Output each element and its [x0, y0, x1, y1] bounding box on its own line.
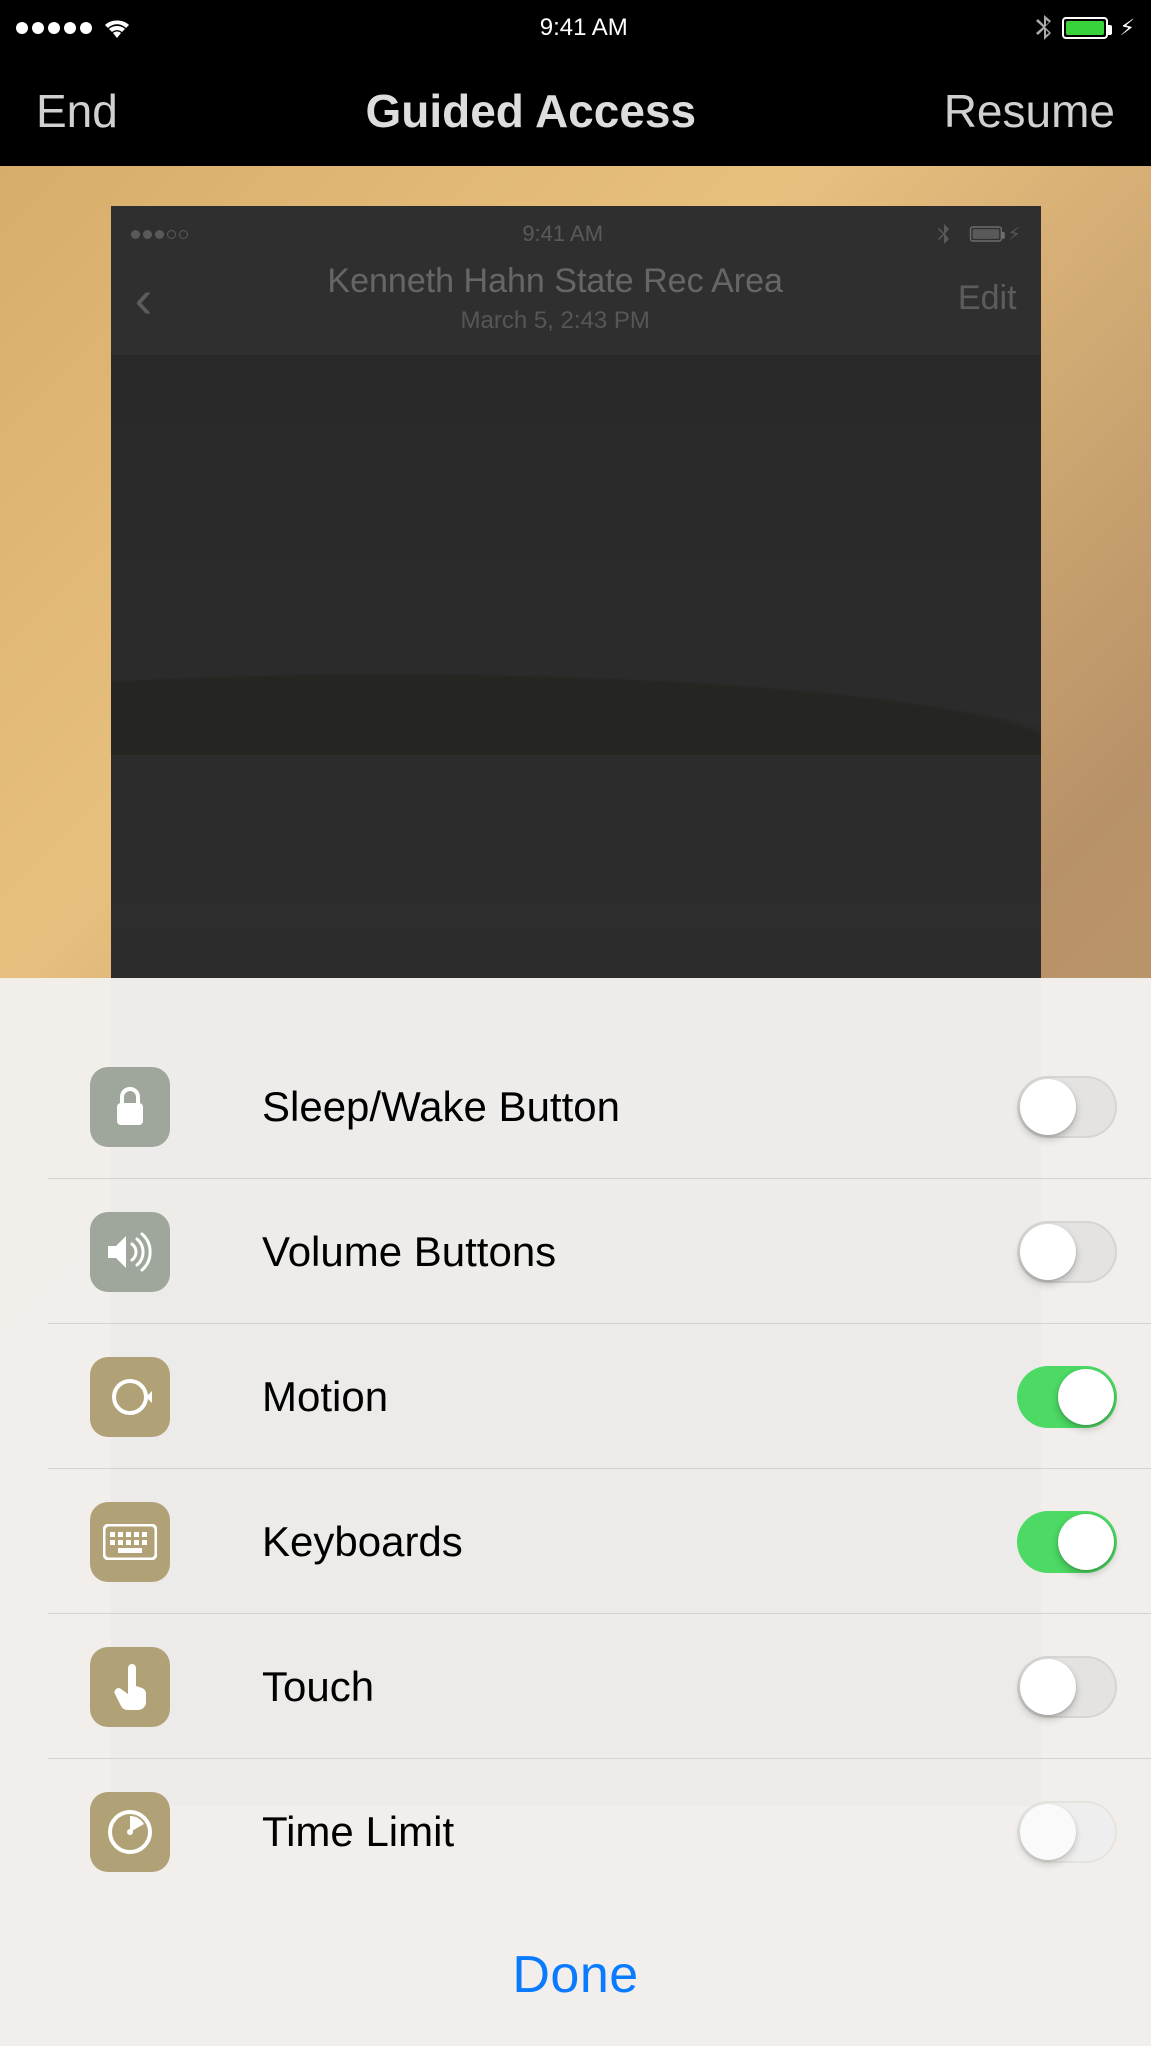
status-right: ⚡︎ [1036, 15, 1135, 41]
status-left [16, 17, 132, 39]
option-label-volume-buttons: Volume Buttons [90, 1228, 1017, 1276]
keyboard-icon [90, 1502, 170, 1582]
wifi-icon [102, 17, 132, 39]
volume-icon [90, 1212, 170, 1292]
rotate-icon [90, 1357, 170, 1437]
option-row-sleep-wake: Sleep/Wake Button [0, 1034, 1151, 1179]
option-label-keyboards: Keyboards [90, 1518, 1017, 1566]
touch-icon [90, 1647, 170, 1727]
end-button[interactable]: End [36, 84, 118, 138]
option-row-volume-buttons: Volume Buttons [0, 1179, 1151, 1324]
option-label-motion: Motion [90, 1373, 1017, 1421]
option-row-keyboards: Keyboards [0, 1469, 1151, 1614]
option-row-touch: Touch [0, 1614, 1151, 1759]
done-button[interactable]: Done [512, 1945, 638, 2005]
battery-icon [1062, 17, 1108, 39]
switch-sleep-wake[interactable] [1017, 1076, 1117, 1138]
charging-icon: ⚡︎ [1120, 15, 1135, 41]
option-label-time-limit: Time Limit [90, 1808, 1017, 1856]
lock-icon [90, 1067, 170, 1147]
signal-strength-icon [16, 22, 92, 34]
status-time: 9:41 AM [540, 14, 628, 42]
guided-access-nav: End Guided Access Resume [0, 56, 1151, 166]
timer-icon [90, 1792, 170, 1872]
switch-volume-buttons[interactable] [1017, 1221, 1117, 1283]
option-label-sleep-wake: Sleep/Wake Button [90, 1083, 1017, 1131]
switch-keyboards[interactable] [1017, 1511, 1117, 1573]
option-row-time-limit: Time Limit [0, 1759, 1151, 1904]
option-label-touch: Touch [90, 1663, 1017, 1711]
option-row-motion: Motion [0, 1324, 1151, 1469]
status-bar: 9:41 AM ⚡︎ [0, 0, 1151, 56]
options-sheet: Sleep/Wake Button Volume Buttons Motion Key… [0, 978, 1151, 2046]
nav-title: Guided Access [365, 84, 696, 138]
switch-time-limit [1017, 1801, 1117, 1863]
resume-button[interactable]: Resume [944, 84, 1115, 138]
bluetooth-icon [1036, 15, 1052, 41]
switch-touch[interactable] [1017, 1656, 1117, 1718]
done-bar: Done [0, 1904, 1151, 2046]
switch-motion[interactable] [1017, 1366, 1117, 1428]
